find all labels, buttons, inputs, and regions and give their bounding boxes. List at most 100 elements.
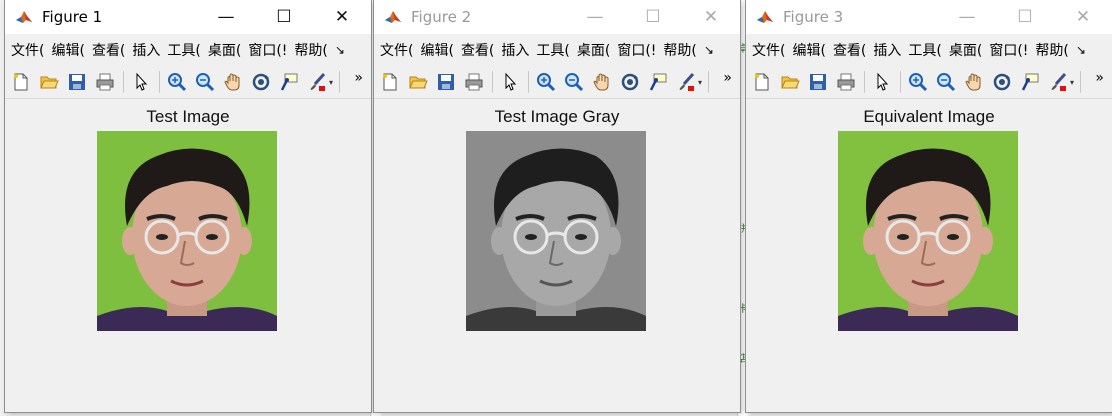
data-cursor-button[interactable] xyxy=(1018,70,1042,94)
menu-item[interactable]: 插入 xyxy=(132,40,160,60)
menu-item[interactable]: 帮助( xyxy=(1035,40,1068,60)
toolbar-overflow-icon[interactable]: » xyxy=(354,70,363,86)
maximize-icon: ☐ xyxy=(645,7,661,27)
rotate-3d-button[interactable] xyxy=(618,70,642,94)
save-button[interactable] xyxy=(434,70,458,94)
figure-window-3[interactable]: Figure 3 — ☐ ✕ 文件( 编辑( 查看( 插入 工具( 桌面( 窗口(! 帮助( ↘ xyxy=(746,0,1112,412)
toolbar-separator xyxy=(528,71,529,93)
axes-title: Equivalent Image xyxy=(863,107,995,126)
print-button[interactable] xyxy=(834,70,858,94)
rotate-3d-button[interactable] xyxy=(990,70,1014,94)
save-button[interactable] xyxy=(65,70,89,94)
chevron-down-icon[interactable]: ▾ xyxy=(329,78,333,87)
title-bar[interactable]: Figure 3 — ☐ ✕ xyxy=(746,0,1112,34)
open-file-icon xyxy=(409,76,428,89)
menu-item[interactable]: 桌面( xyxy=(208,40,241,60)
open-file-button[interactable] xyxy=(37,70,61,94)
face-image xyxy=(838,131,1018,331)
menu-item[interactable]: 帮助( xyxy=(663,40,696,60)
close-button[interactable]: ✕ xyxy=(682,0,740,34)
new-figure-button[interactable] xyxy=(750,70,774,94)
print-button[interactable] xyxy=(462,70,486,94)
menu-item[interactable]: 桌面( xyxy=(949,40,982,60)
print-icon xyxy=(465,73,483,91)
figure-window-2[interactable]: Figure 2 — ☐ ✕ 文件( 编辑( 查看( 插入 工具( 桌面( 窗口(! 帮助( ↘ xyxy=(374,0,740,412)
menu-item[interactable]: 编辑( xyxy=(792,40,825,60)
title-bar[interactable]: Figure 1 — ☐ ✕ xyxy=(5,0,371,34)
menu-item[interactable]: 查看( xyxy=(461,40,494,60)
menu-item[interactable]: 窗口(! xyxy=(617,40,656,60)
data-cursor-icon xyxy=(649,73,667,91)
minimize-icon: — xyxy=(958,7,976,27)
menu-item[interactable]: 工具( xyxy=(536,40,569,60)
figure-window-1[interactable]: Figure 1 — ☐ ✕ 文件( 编辑( 查看( 插入 工具( 桌面( 窗口(! 帮助( ↘ xyxy=(5,0,371,412)
menu-item[interactable]: 插入 xyxy=(501,40,529,60)
pan-button[interactable] xyxy=(962,70,986,94)
maximize-button[interactable]: ☐ xyxy=(996,0,1054,34)
close-button[interactable]: ✕ xyxy=(313,0,371,34)
minimize-button[interactable]: — xyxy=(197,0,255,34)
print-button[interactable] xyxy=(93,70,117,94)
pointer-button[interactable] xyxy=(129,70,153,94)
new-figure-button[interactable] xyxy=(9,70,33,94)
chevron-down-icon[interactable]: ▾ xyxy=(698,78,702,87)
pointer-button[interactable] xyxy=(870,70,894,94)
zoom-in-button[interactable] xyxy=(534,70,558,94)
brush-button[interactable] xyxy=(674,70,698,94)
menu-item[interactable]: 帮助( xyxy=(294,40,327,60)
toolbar-separator xyxy=(708,71,710,93)
menu-item[interactable]: 查看( xyxy=(833,40,866,60)
toolbar-overflow-icon[interactable]: » xyxy=(723,70,732,86)
open-file-icon xyxy=(781,76,800,89)
pan-button[interactable] xyxy=(221,70,245,94)
zoom-in-button[interactable] xyxy=(906,70,930,94)
minimize-button[interactable]: — xyxy=(566,0,624,34)
zoom-out-button[interactable] xyxy=(193,70,217,94)
pointer-button[interactable] xyxy=(498,70,522,94)
brush-button[interactable] xyxy=(305,70,329,94)
pan-hand-icon xyxy=(965,73,981,91)
data-cursor-button[interactable] xyxy=(646,70,670,94)
menu-item[interactable]: 插入 xyxy=(873,40,901,60)
close-icon: ✕ xyxy=(703,7,719,27)
menu-item[interactable]: 编辑( xyxy=(420,40,453,60)
menu-overflow-icon[interactable]: ↘ xyxy=(704,43,714,57)
pan-button[interactable] xyxy=(590,70,614,94)
menu-item[interactable]: 桌面( xyxy=(577,40,610,60)
pointer-icon xyxy=(505,72,517,91)
figure-toolbar: ▾ » xyxy=(746,66,1112,99)
zoom-out-button[interactable] xyxy=(562,70,586,94)
window-title: Figure 1 xyxy=(42,8,103,26)
new-figure-button[interactable] xyxy=(378,70,402,94)
menu-overflow-icon[interactable]: ↘ xyxy=(1076,43,1086,57)
zoom-in-button[interactable] xyxy=(165,70,189,94)
open-file-button[interactable] xyxy=(406,70,430,94)
minimize-button[interactable]: — xyxy=(938,0,996,34)
close-button[interactable]: ✕ xyxy=(1054,0,1112,34)
menu-item[interactable]: 文件( xyxy=(752,40,785,60)
menu-item[interactable]: 窗口(! xyxy=(989,40,1028,60)
toolbar-overflow-icon[interactable]: » xyxy=(1095,70,1104,86)
rotate-3d-button[interactable] xyxy=(249,70,273,94)
face-image xyxy=(466,131,646,331)
axes-title: Test Image xyxy=(146,107,230,126)
menu-item[interactable]: 工具( xyxy=(908,40,941,60)
title-bar[interactable]: Figure 2 — ☐ ✕ xyxy=(374,0,740,34)
save-button[interactable] xyxy=(806,70,830,94)
print-icon xyxy=(96,73,114,91)
menu-item[interactable]: 工具( xyxy=(167,40,200,60)
chevron-down-icon[interactable]: ▾ xyxy=(1070,78,1074,87)
menu-item[interactable]: 查看( xyxy=(92,40,125,60)
menu-item[interactable]: 窗口(! xyxy=(248,40,287,60)
menu-overflow-icon[interactable]: ↘ xyxy=(335,43,345,57)
open-file-button[interactable] xyxy=(778,70,802,94)
zoom-out-button[interactable] xyxy=(934,70,958,94)
maximize-button[interactable]: ☐ xyxy=(624,0,682,34)
menu-item[interactable]: 文件( xyxy=(380,40,413,60)
brush-button[interactable] xyxy=(1046,70,1070,94)
maximize-button[interactable]: ☐ xyxy=(255,0,313,34)
menu-item[interactable]: 编辑( xyxy=(51,40,84,60)
data-cursor-button[interactable] xyxy=(277,70,301,94)
menu-item[interactable]: 文件( xyxy=(11,40,44,60)
figure-toolbar: ▾ » xyxy=(5,66,371,99)
